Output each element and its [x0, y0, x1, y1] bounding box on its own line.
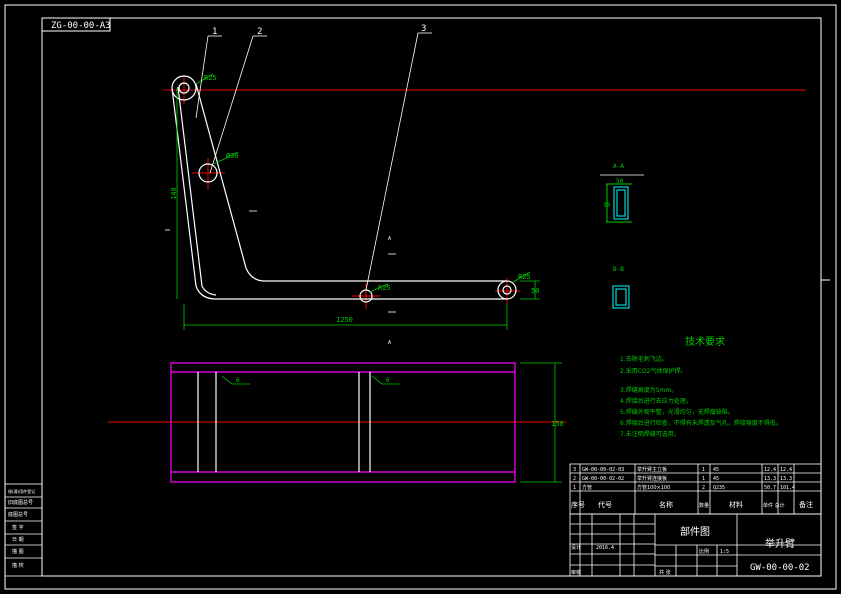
bom-row-2-w1: 13.3 — [764, 476, 776, 482]
section-bb-label: B-B — [613, 266, 624, 273]
bom-header-code: 代号 — [598, 500, 612, 509]
bom-row-1-mat: Q235 — [713, 485, 725, 491]
left-strip-6: 描 图 — [12, 548, 24, 555]
callout-1: 1 — [212, 27, 217, 37]
bom-rows: 3 GW-00-00-02-03 举升臂主立板 1 45 12.4 12.4 2… — [571, 466, 813, 509]
plan-weld-symbols — [221, 375, 400, 385]
weld-mark-1: 6 — [236, 377, 240, 384]
bom-header-qty: 数量 — [699, 502, 709, 509]
bom-row-3-w1: 12.4 — [764, 467, 776, 473]
drawing-canvas: ZG-00-00-A3 R25 Ø30 140 1250 R25 R25 50 … — [4, 4, 837, 590]
dim-height-right: 50 — [531, 287, 539, 295]
callout-2: 2 — [257, 27, 262, 37]
left-strip-1: 借(通)用件登记 — [8, 488, 35, 494]
front-view-arm — [171, 75, 517, 303]
tech-item-7: 7.未注明焊缝可选用。 — [620, 430, 680, 438]
front-view-dimensions — [176, 73, 540, 330]
bom-row-3-no: 3 — [573, 467, 576, 473]
title-check-label: 审核 — [571, 569, 581, 576]
title-drawing-no: GW-00-00-02 — [750, 563, 810, 573]
dim-r-top: R25 — [204, 74, 217, 82]
bom-row-1-code: 方管 — [582, 484, 592, 491]
tech-item-3: 3.焊缝高度为5mm。 — [620, 386, 677, 394]
dim-width-total: 1250 — [336, 316, 353, 324]
dim-hole-right: R25 — [518, 273, 531, 281]
bom-header-remark: 备注 — [799, 500, 813, 509]
title-design-label: 设计 — [571, 544, 581, 551]
bom-row-3-code: GW-00-00-02-03 — [582, 467, 624, 473]
dim-r-bottom: R25 — [378, 284, 391, 292]
left-strip-2: 旧底图总号 — [8, 499, 33, 506]
bom-header-name: 名称 — [659, 500, 673, 509]
tech-item-5: 5.焊缝外观平整，光滑均匀，无焊瘤缺陷。 — [620, 408, 734, 416]
tech-title: 技术要求 — [685, 335, 725, 348]
bom-row-1-no: 1 — [573, 485, 576, 491]
weld-mark-2: 6 — [386, 377, 390, 384]
dim-hole-mid: Ø30 — [226, 152, 239, 160]
sheet-inner-border — [41, 17, 822, 577]
dim-plan-height: 150 — [551, 420, 564, 428]
callout-leaders — [195, 32, 432, 291]
bom-row-1-w2: 101.4 — [780, 485, 795, 491]
bom-row-3-qty: 1 — [702, 467, 705, 473]
tech-item-6: 6.焊接后进行检查，不得有未焊透及气孔，焊接强度不得低。 — [620, 419, 782, 427]
bom-row-2-mat: 45 — [713, 476, 719, 482]
bom-row-3-mat: 45 — [713, 467, 719, 473]
tech-items: 1.去除毛刺飞边。 2.采用CO2气体保护焊。 3.焊缝高度为5mm。 4.焊接… — [620, 355, 782, 438]
cut-mark-a-bottom: A — [388, 340, 391, 346]
cut-mark-a-top: A — [388, 236, 391, 242]
title-part-name: 举升臂 — [765, 537, 795, 550]
section-aa-label: A-A — [613, 163, 624, 170]
tech-item-1: 1.去除毛刺飞边。 — [620, 355, 668, 363]
section-bb-profile — [612, 285, 630, 309]
bom-header-w: 单件 总计 — [763, 502, 785, 509]
drawing-code-top: ZG-00-00-A3 — [51, 21, 111, 31]
section-aa-height: 30 — [603, 202, 611, 209]
bom-row-1-w1: 50.7 — [764, 485, 776, 491]
bom-row-3-name: 举升臂主立板 — [637, 466, 667, 473]
tech-item-2: 2.采用CO2气体保护焊。 — [620, 367, 686, 375]
title-part-type: 部件图 — [680, 525, 710, 538]
bom-row-1-name: 方管100×100 — [637, 484, 670, 491]
title-scale: 1:5 — [720, 549, 729, 555]
bom-row-2-w2: 13.3 — [780, 476, 792, 482]
bom-row-3-w2: 12.4 — [780, 467, 792, 473]
sheet-outer-border — [4, 4, 837, 590]
title-date: 2016.4 — [596, 545, 614, 551]
left-strip-3: 底图总号 — [8, 511, 28, 518]
section-aa-width: 50 — [616, 178, 624, 185]
bom-header-mat: 材料 — [729, 500, 743, 509]
tech-item-4: 4.焊接后进行去应力处理。 — [620, 397, 692, 405]
title-scale-label: 比例 — [699, 548, 709, 555]
cad-drawing-sheet: ZG-00-00-A3 R25 Ø30 140 1250 R25 R25 50 … — [0, 0, 841, 594]
bom-row-2-no: 2 — [573, 476, 576, 482]
bom-row-1-qty: 2 — [702, 485, 705, 491]
left-strip-4: 签 字 — [12, 524, 24, 531]
bom-header-no: 序号 — [571, 500, 585, 509]
dim-angle-left: 140 — [170, 187, 178, 200]
left-strip-7: 描 校 — [12, 562, 24, 569]
callout-3: 3 — [421, 24, 426, 34]
bom-row-2-code: GW-00-00-02-02 — [582, 476, 624, 482]
bom-row-2-qty: 1 — [702, 476, 705, 482]
left-strip-5: 日 期 — [12, 537, 24, 543]
title-sheet: 共 张 — [659, 569, 671, 576]
section-cut-marks — [165, 210, 396, 313]
bom-row-2-name: 举升臂连接板 — [637, 475, 667, 482]
